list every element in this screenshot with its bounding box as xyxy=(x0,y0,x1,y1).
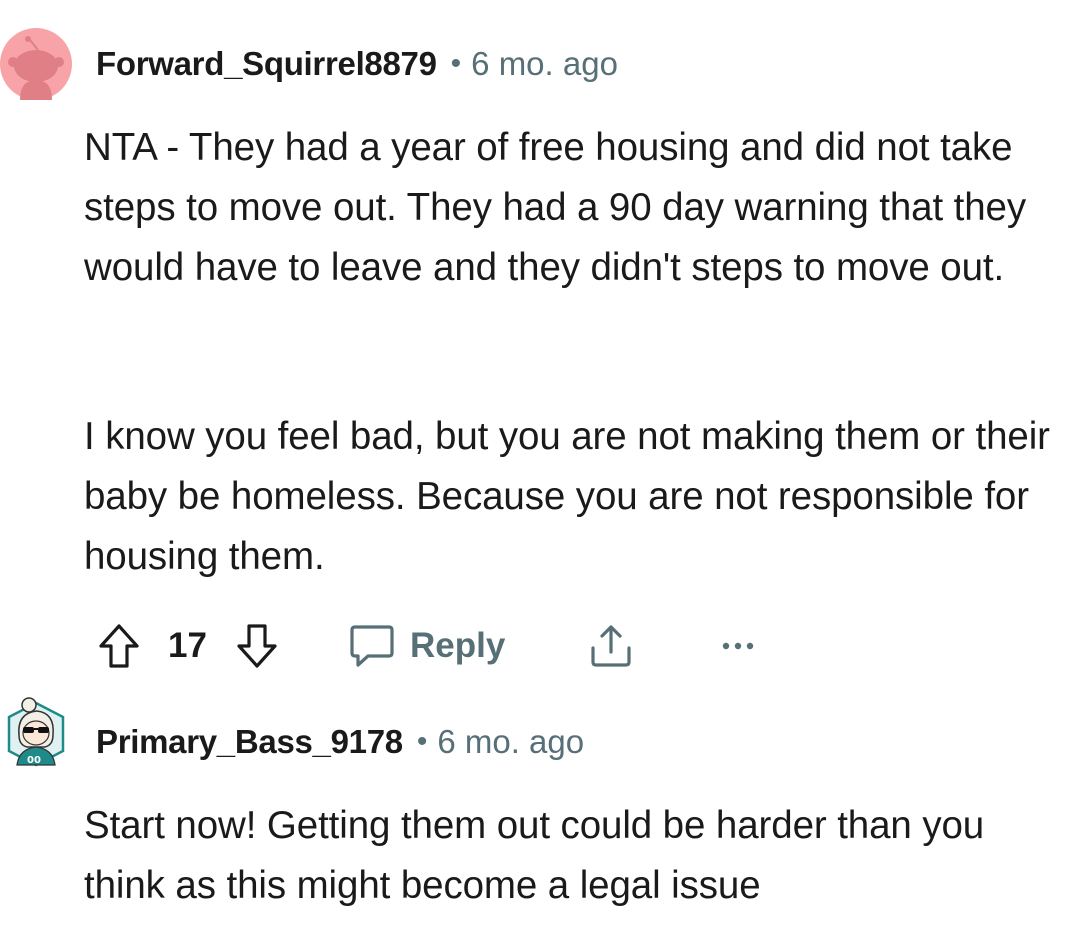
comment-bubble-icon xyxy=(350,625,394,667)
vote-count: 17 xyxy=(168,626,207,665)
comment-meta: Forward_Squirrel8879 • 6 mo. ago xyxy=(96,44,618,84)
username-link[interactable]: Primary_Bass_9178 xyxy=(96,723,403,761)
reddit-snoo-default-avatar-icon xyxy=(0,28,72,100)
comment-body-paragraph: Start now! Getting them out could be har… xyxy=(84,796,1074,916)
comment-meta: Primary_Bass_9178 • 6 mo. ago xyxy=(96,722,584,762)
downvote-button[interactable] xyxy=(234,612,280,680)
downvote-arrow-icon xyxy=(237,624,277,668)
ellipsis-icon xyxy=(722,642,754,650)
upvote-button[interactable] xyxy=(96,612,142,680)
comment-text: I know you feel bad, but you are not mak… xyxy=(84,415,1050,578)
comment-timestamp[interactable]: 6 mo. ago xyxy=(437,723,584,761)
upvote-arrow-icon xyxy=(99,624,139,668)
share-icon xyxy=(591,625,631,667)
username-link[interactable]: Forward_Squirrel8879 xyxy=(96,45,437,83)
comment-body-paragraph: I know you feel bad, but you are not mak… xyxy=(84,407,1074,587)
reply-label: Reply xyxy=(410,626,506,665)
share-button[interactable] xyxy=(586,612,636,680)
comment-text: Start now! Getting them out could be har… xyxy=(84,804,985,907)
more-options-button[interactable] xyxy=(718,612,758,680)
reddit-custom-avatar-icon: 00 xyxy=(7,697,65,767)
meta-separator: • xyxy=(450,47,462,80)
reply-button[interactable]: Reply xyxy=(348,612,505,680)
comment-timestamp[interactable]: 6 mo. ago xyxy=(471,45,618,83)
user-avatar-icon[interactable]: 00 xyxy=(5,695,67,769)
comment-body-paragraph: NTA - They had a year of free housing an… xyxy=(84,118,1074,298)
user-avatar-icon[interactable] xyxy=(0,28,72,100)
comment-text: NTA - They had a year of free housing an… xyxy=(84,126,1027,289)
comment-action-bar: 17 Reply xyxy=(96,612,1076,680)
meta-separator: • xyxy=(416,725,428,758)
jersey-number: 00 xyxy=(27,755,41,766)
